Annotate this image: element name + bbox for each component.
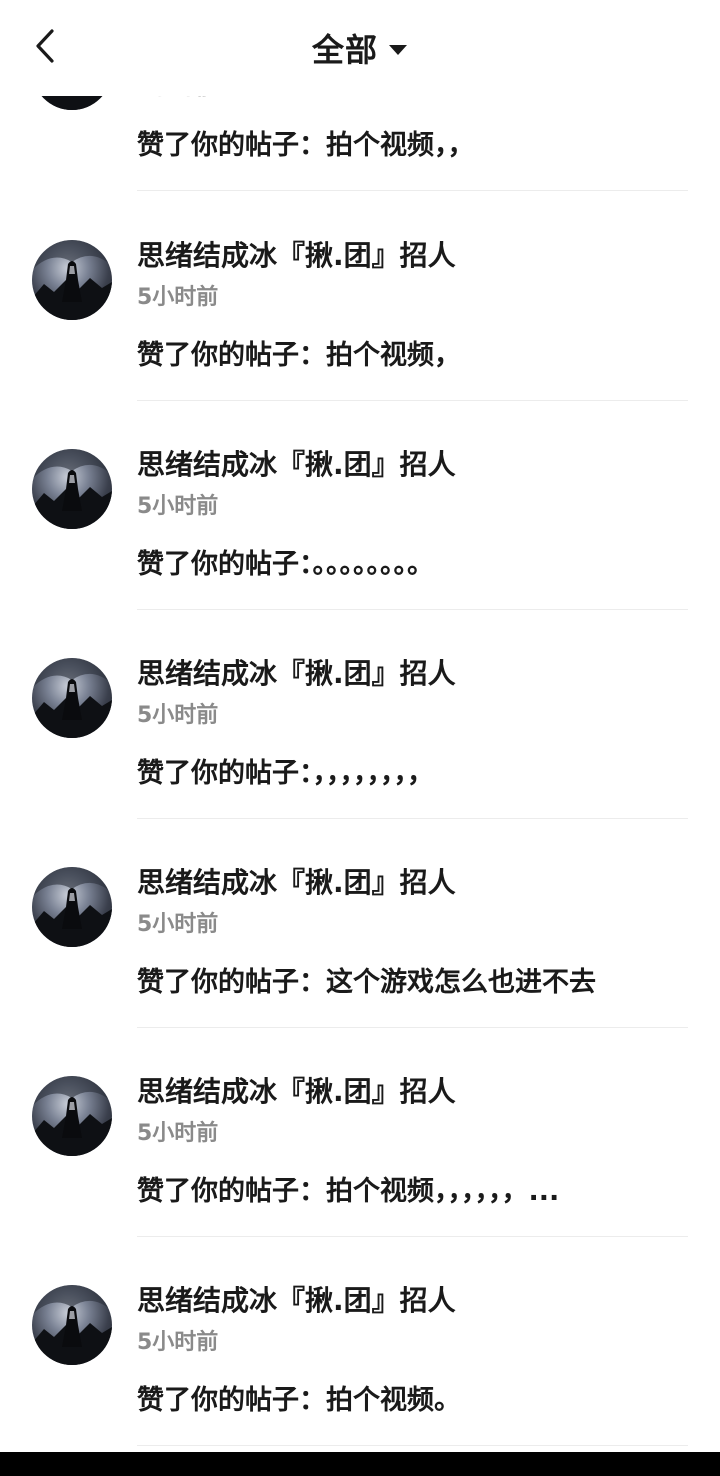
caret-down-icon xyxy=(388,39,408,57)
user-name[interactable]: 思绪结成冰『揪.团』招人 xyxy=(137,654,456,694)
divider xyxy=(137,609,688,610)
avatar[interactable] xyxy=(32,867,112,947)
like-action-text[interactable]: 赞了你的帖子：拍个视频， xyxy=(137,336,657,376)
timestamp: 5小时前 xyxy=(137,1121,219,1146)
like-action-text[interactable]: 赞了你的帖子：拍个视频，，，，，，... xyxy=(137,1172,657,1212)
notification-item[interactable]: 思绪结成冰『揪.团』招人 5小时前 赞了你的帖子：拍个视频， xyxy=(0,239,720,449)
notification-item[interactable]: 思绪结成冰『揪.团』招人 5小时前 赞了你的帖子：拍个视频，，，，，，... xyxy=(0,1075,720,1285)
timestamp: 5小时前 xyxy=(137,285,219,310)
timestamp: 5小时前 xyxy=(137,494,219,519)
notification-item[interactable]: 思绪结成冰『揪.团』招人 5小时前 赞了你的帖子：这个游戏怎么也进不去 xyxy=(0,866,720,1076)
avatar[interactable] xyxy=(32,1076,112,1156)
avatar[interactable] xyxy=(32,240,112,320)
like-action-text[interactable]: 赞了你的帖子：，，，，，，，， xyxy=(137,754,657,794)
top-nav-bar: 全部 xyxy=(0,0,720,96)
divider xyxy=(137,1236,688,1237)
notification-item[interactable]: 思绪结成冰『揪.团』招人 5小时前 赞了你的帖子：。。。。。。。。 xyxy=(0,448,720,658)
filter-dropdown[interactable]: 全部 xyxy=(0,24,720,72)
timestamp: 5小时前 xyxy=(137,703,219,728)
divider xyxy=(137,1445,688,1446)
divider xyxy=(137,818,688,819)
divider xyxy=(137,190,688,191)
avatar[interactable] xyxy=(32,658,112,738)
like-action-text[interactable]: 赞了你的帖子：拍个视频。 xyxy=(137,1381,657,1421)
notification-feed[interactable]: 5小时前 赞了你的帖子：拍个视频，， 思绪结成冰『揪.团』招人 5小时前 赞了你… xyxy=(0,0,720,1476)
timestamp: 5小时前 xyxy=(137,1330,219,1355)
notification-item[interactable]: 思绪结成冰『揪.团』招人 5小时前 赞了你的帖子：拍个视频。 xyxy=(0,1284,720,1476)
like-action-text[interactable]: 赞了你的帖子：这个游戏怎么也进不去 xyxy=(137,963,657,1003)
avatar[interactable] xyxy=(32,449,112,529)
user-name[interactable]: 思绪结成冰『揪.团』招人 xyxy=(137,863,456,903)
divider xyxy=(137,1027,688,1028)
like-action-text[interactable]: 赞了你的帖子：拍个视频，， xyxy=(137,126,657,166)
system-navigation-bar xyxy=(0,1452,720,1476)
user-name[interactable]: 思绪结成冰『揪.团』招人 xyxy=(137,1072,456,1112)
notification-item[interactable]: 思绪结成冰『揪.团』招人 5小时前 赞了你的帖子：，，，，，，，， xyxy=(0,657,720,867)
divider xyxy=(137,400,688,401)
user-name[interactable]: 思绪结成冰『揪.团』招人 xyxy=(137,1281,456,1321)
user-name[interactable]: 思绪结成冰『揪.团』招人 xyxy=(137,445,456,485)
like-action-text[interactable]: 赞了你的帖子：。。。。。。。。 xyxy=(137,545,657,585)
avatar[interactable] xyxy=(32,1285,112,1365)
page-title: 全部 xyxy=(311,31,378,69)
user-name[interactable]: 思绪结成冰『揪.团』招人 xyxy=(137,236,456,276)
timestamp: 5小时前 xyxy=(137,912,219,937)
